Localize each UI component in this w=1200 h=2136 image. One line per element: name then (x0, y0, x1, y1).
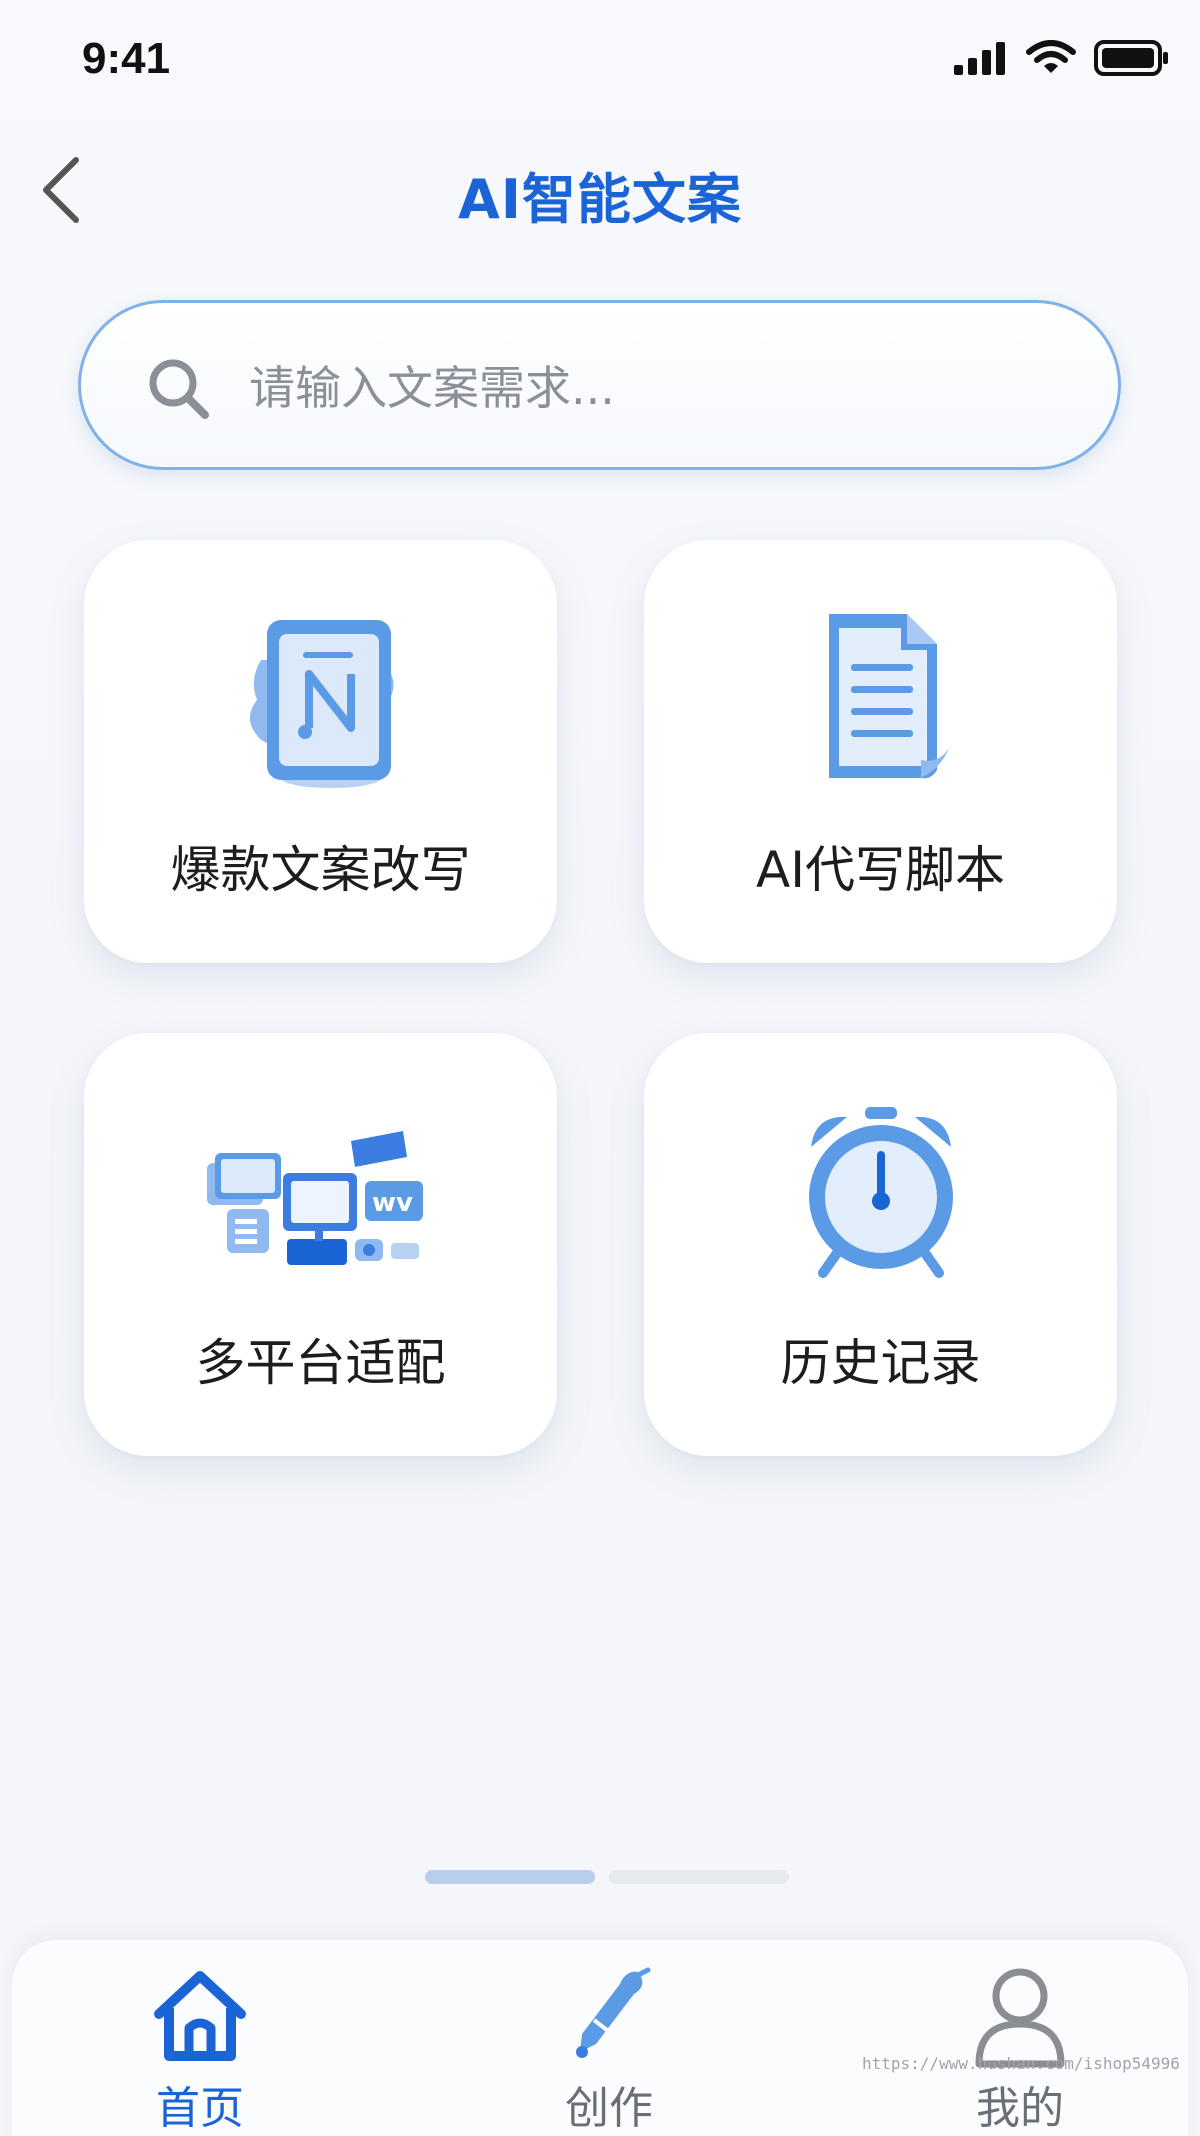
pen-icon (576, 1967, 651, 2058)
multi-device-icon: wv (206, 1131, 423, 1265)
page-dot[interactable] (609, 1870, 789, 1884)
feature-label: 多平台适配 (195, 1334, 446, 1392)
home-icon (154, 1971, 246, 2061)
tab-mine[interactable]: 我的 (910, 1960, 1130, 2136)
feature-label: 历史记录 (780, 1334, 981, 1392)
search-box[interactable] (78, 300, 1121, 470)
feature-label: 爆款文案改写 (170, 841, 471, 899)
feature-card-script[interactable]: AI代写脚本 (644, 540, 1117, 963)
cellular-signal-icon (954, 42, 1005, 75)
tab-bar: 首页 创作 我的 (12, 1940, 1188, 2136)
tab-label: 首页 (156, 2083, 244, 2134)
page-title: AI智能文案 (458, 168, 742, 231)
battery-icon (1094, 40, 1168, 76)
page-indicator (425, 1870, 789, 1884)
tab-home[interactable]: 首页 (90, 1960, 310, 2136)
screen: 9:41 AI智能文案 请输入文案需求... 爆款文案改写 AI代写脚本 wv … (0, 0, 1200, 2136)
tab-create[interactable]: 创作 (499, 1960, 719, 2136)
status-time: 9:41 (82, 34, 171, 83)
page-dot-active[interactable] (425, 1870, 595, 1884)
search-icon (149, 359, 209, 419)
feature-card-rewrite[interactable]: 爆款文案改写 (84, 540, 557, 963)
wifi-icon (1026, 40, 1076, 73)
document-lines-icon (828, 614, 949, 779)
feature-card-history[interactable]: 历史记录 (644, 1033, 1117, 1456)
document-rewrite-icon (249, 620, 393, 788)
feature-label: AI代写脚本 (756, 841, 1005, 899)
status-icons (954, 40, 1170, 76)
alarm-clock-icon (808, 1107, 953, 1278)
watermark: https://www.hushan.com/ishop54996 (862, 2054, 1180, 2073)
tab-label: 我的 (976, 2083, 1064, 2134)
svg-text:wv: wv (372, 1188, 413, 1218)
feature-card-platform[interactable]: wv 多平台适配 (84, 1033, 557, 1456)
tab-label: 创作 (565, 2083, 653, 2134)
status-bar: 9:41 (0, 0, 1200, 120)
search-input[interactable] (249, 351, 1049, 425)
